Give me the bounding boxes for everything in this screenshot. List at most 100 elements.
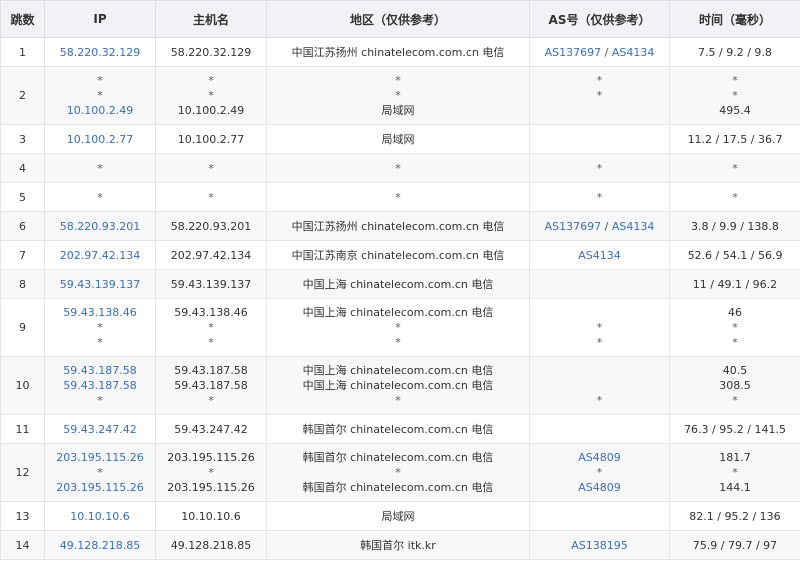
timeout-marker: *	[97, 190, 103, 204]
timeout-marker: *	[395, 190, 401, 204]
time-value: 308.5	[719, 379, 751, 392]
as-cell: * *	[529, 66, 670, 125]
hop-cell: 2	[0, 66, 45, 125]
as-value	[532, 422, 667, 437]
ip-cell: 59.43.187.58 59.43.187.58 *	[44, 356, 156, 415]
hop-cell: 1	[0, 37, 45, 67]
ip-link[interactable]: 59.43.187.58	[47, 363, 153, 378]
table-row: 1 58.220.32.129 58.220.32.129 中国江苏扬州 chinat…	[0, 37, 800, 67]
timeout-marker: *	[97, 466, 103, 479]
table-row: 13 10.10.10.6 10.10.10.6 局域网 82.1 / 95.2 / …	[0, 501, 800, 531]
header-as: AS号（仅供参考）	[529, 0, 670, 38]
ip-link[interactable]: 59.43.247.42	[47, 422, 153, 437]
ip-cell: 59.43.138.46 * *	[44, 298, 156, 357]
as-link[interactable]: AS4134	[532, 248, 667, 263]
timeout-marker: *	[97, 336, 103, 349]
ip-cell: * * 10.100.2.49	[44, 66, 156, 125]
ip-link[interactable]: 49.128.218.85	[47, 538, 153, 553]
ip-link[interactable]: 59.43.139.137	[47, 277, 153, 292]
host-value: 49.128.218.85	[170, 538, 252, 552]
ip-link[interactable]: 58.220.32.129	[47, 45, 153, 60]
ip-cell: 59.43.247.42	[44, 414, 156, 444]
timeout-marker: *	[395, 336, 401, 349]
as-separator: /	[601, 45, 612, 59]
as-value	[532, 103, 667, 118]
time-cell: *	[669, 182, 800, 212]
ip-link[interactable]: 10.100.2.77	[47, 132, 153, 147]
as-link[interactable]: AS137697 / AS4134	[532, 45, 667, 60]
as-separator: /	[601, 219, 612, 233]
timeout-marker: *	[732, 74, 738, 87]
as-value	[532, 378, 667, 393]
timeout-marker: *	[395, 74, 401, 87]
timeout-marker: *	[208, 161, 214, 175]
timeout-marker: *	[596, 394, 603, 407]
region-cell: 中国上海 chinatelecom.com.cn 电信	[266, 269, 530, 299]
host-cell: *	[155, 182, 267, 212]
hop-cell: 9	[0, 298, 45, 357]
as-number-link[interactable]: AS4134	[612, 46, 655, 59]
region-cell: 中国江苏扬州 chinatelecom.com.cn 电信	[266, 37, 530, 67]
time-value: 75.9 / 79.7 / 97	[692, 538, 778, 552]
region-cell: *	[266, 153, 530, 183]
region-value: 中国上海 chinatelecom.com.cn 电信	[302, 277, 494, 291]
table-row: 10 59.43.187.58 59.43.187.58 * 59.43.187.58 5…	[0, 356, 800, 415]
region-value: 中国上海 chinatelecom.com.cn 电信	[302, 306, 494, 319]
host-value: 10.100.2.49	[177, 104, 245, 117]
time-value: 82.1 / 95.2 / 136	[689, 509, 781, 523]
region-value: 中国江苏扬州 chinatelecom.com.cn 电信	[291, 219, 505, 233]
header-host: 主机名	[155, 0, 267, 38]
as-cell: AS4134	[529, 240, 670, 270]
as-link[interactable]: AS4809	[532, 450, 667, 465]
time-cell: 46 * *	[669, 298, 800, 357]
hop-cell: 8	[0, 269, 45, 299]
region-value: 韩国首尔 chinatelecom.com.cn 电信	[302, 422, 494, 436]
as-cell: AS4809 * AS4809	[529, 443, 670, 502]
ip-cell: 59.43.139.137	[44, 269, 156, 299]
time-cell: 7.5 / 9.2 / 9.8	[669, 37, 800, 67]
as-cell: * *	[529, 298, 670, 357]
ip-link[interactable]: 202.97.42.134	[47, 248, 153, 263]
ip-link[interactable]: 10.100.2.49	[47, 103, 153, 118]
timeout-marker: *	[596, 321, 603, 334]
as-number-link[interactable]: AS137697	[545, 220, 602, 233]
as-link[interactable]: AS4809	[532, 480, 667, 495]
as-number-link[interactable]: AS4134	[612, 220, 655, 233]
host-cell: 59.43.247.42	[155, 414, 267, 444]
host-cell: 59.43.138.46 * *	[155, 298, 267, 357]
host-value: 59.43.138.46	[174, 306, 248, 319]
as-cell	[529, 269, 670, 299]
time-cell: * * 495.4	[669, 66, 800, 125]
as-number-link[interactable]: AS137697	[545, 46, 602, 59]
as-link[interactable]: AS137697 / AS4134	[532, 219, 667, 234]
timeout-marker: *	[97, 89, 103, 102]
ip-link[interactable]: 59.43.187.58	[47, 378, 153, 393]
time-cell: *	[669, 153, 800, 183]
time-value: 11.2 / 17.5 / 36.7	[687, 132, 783, 146]
timeout-marker: *	[596, 161, 603, 175]
ip-link[interactable]: 10.10.10.6	[47, 509, 153, 524]
host-value: 203.195.115.26	[167, 481, 255, 494]
timeout-marker: *	[596, 74, 603, 87]
timeout-marker: *	[395, 394, 401, 407]
as-value	[532, 305, 667, 320]
table-row: 14 49.128.218.85 49.128.218.85 韩国首尔 itk.kr A…	[0, 530, 800, 560]
ip-cell: 49.128.218.85	[44, 530, 156, 560]
timeout-marker: *	[97, 161, 103, 175]
time-value: 52.6 / 54.1 / 56.9	[687, 248, 783, 262]
ip-link[interactable]: 59.43.138.46	[47, 305, 153, 320]
ip-cell: 202.97.42.134	[44, 240, 156, 270]
host-value: 59.43.187.58	[174, 364, 248, 377]
timeout-marker: *	[97, 74, 103, 87]
ip-link[interactable]: 58.220.93.201	[47, 219, 153, 234]
host-cell: * * 10.100.2.49	[155, 66, 267, 125]
as-link[interactable]: AS138195	[532, 538, 667, 553]
ip-link[interactable]: 203.195.115.26	[47, 450, 153, 465]
time-value: 495.4	[719, 104, 751, 117]
ip-link[interactable]: 203.195.115.26	[47, 480, 153, 495]
host-cell: 49.128.218.85	[155, 530, 267, 560]
ip-cell: *	[44, 153, 156, 183]
timeout-marker: *	[596, 336, 603, 349]
time-value: 11 / 49.1 / 96.2	[692, 277, 778, 291]
time-cell: 3.8 / 9.9 / 138.8	[669, 211, 800, 241]
